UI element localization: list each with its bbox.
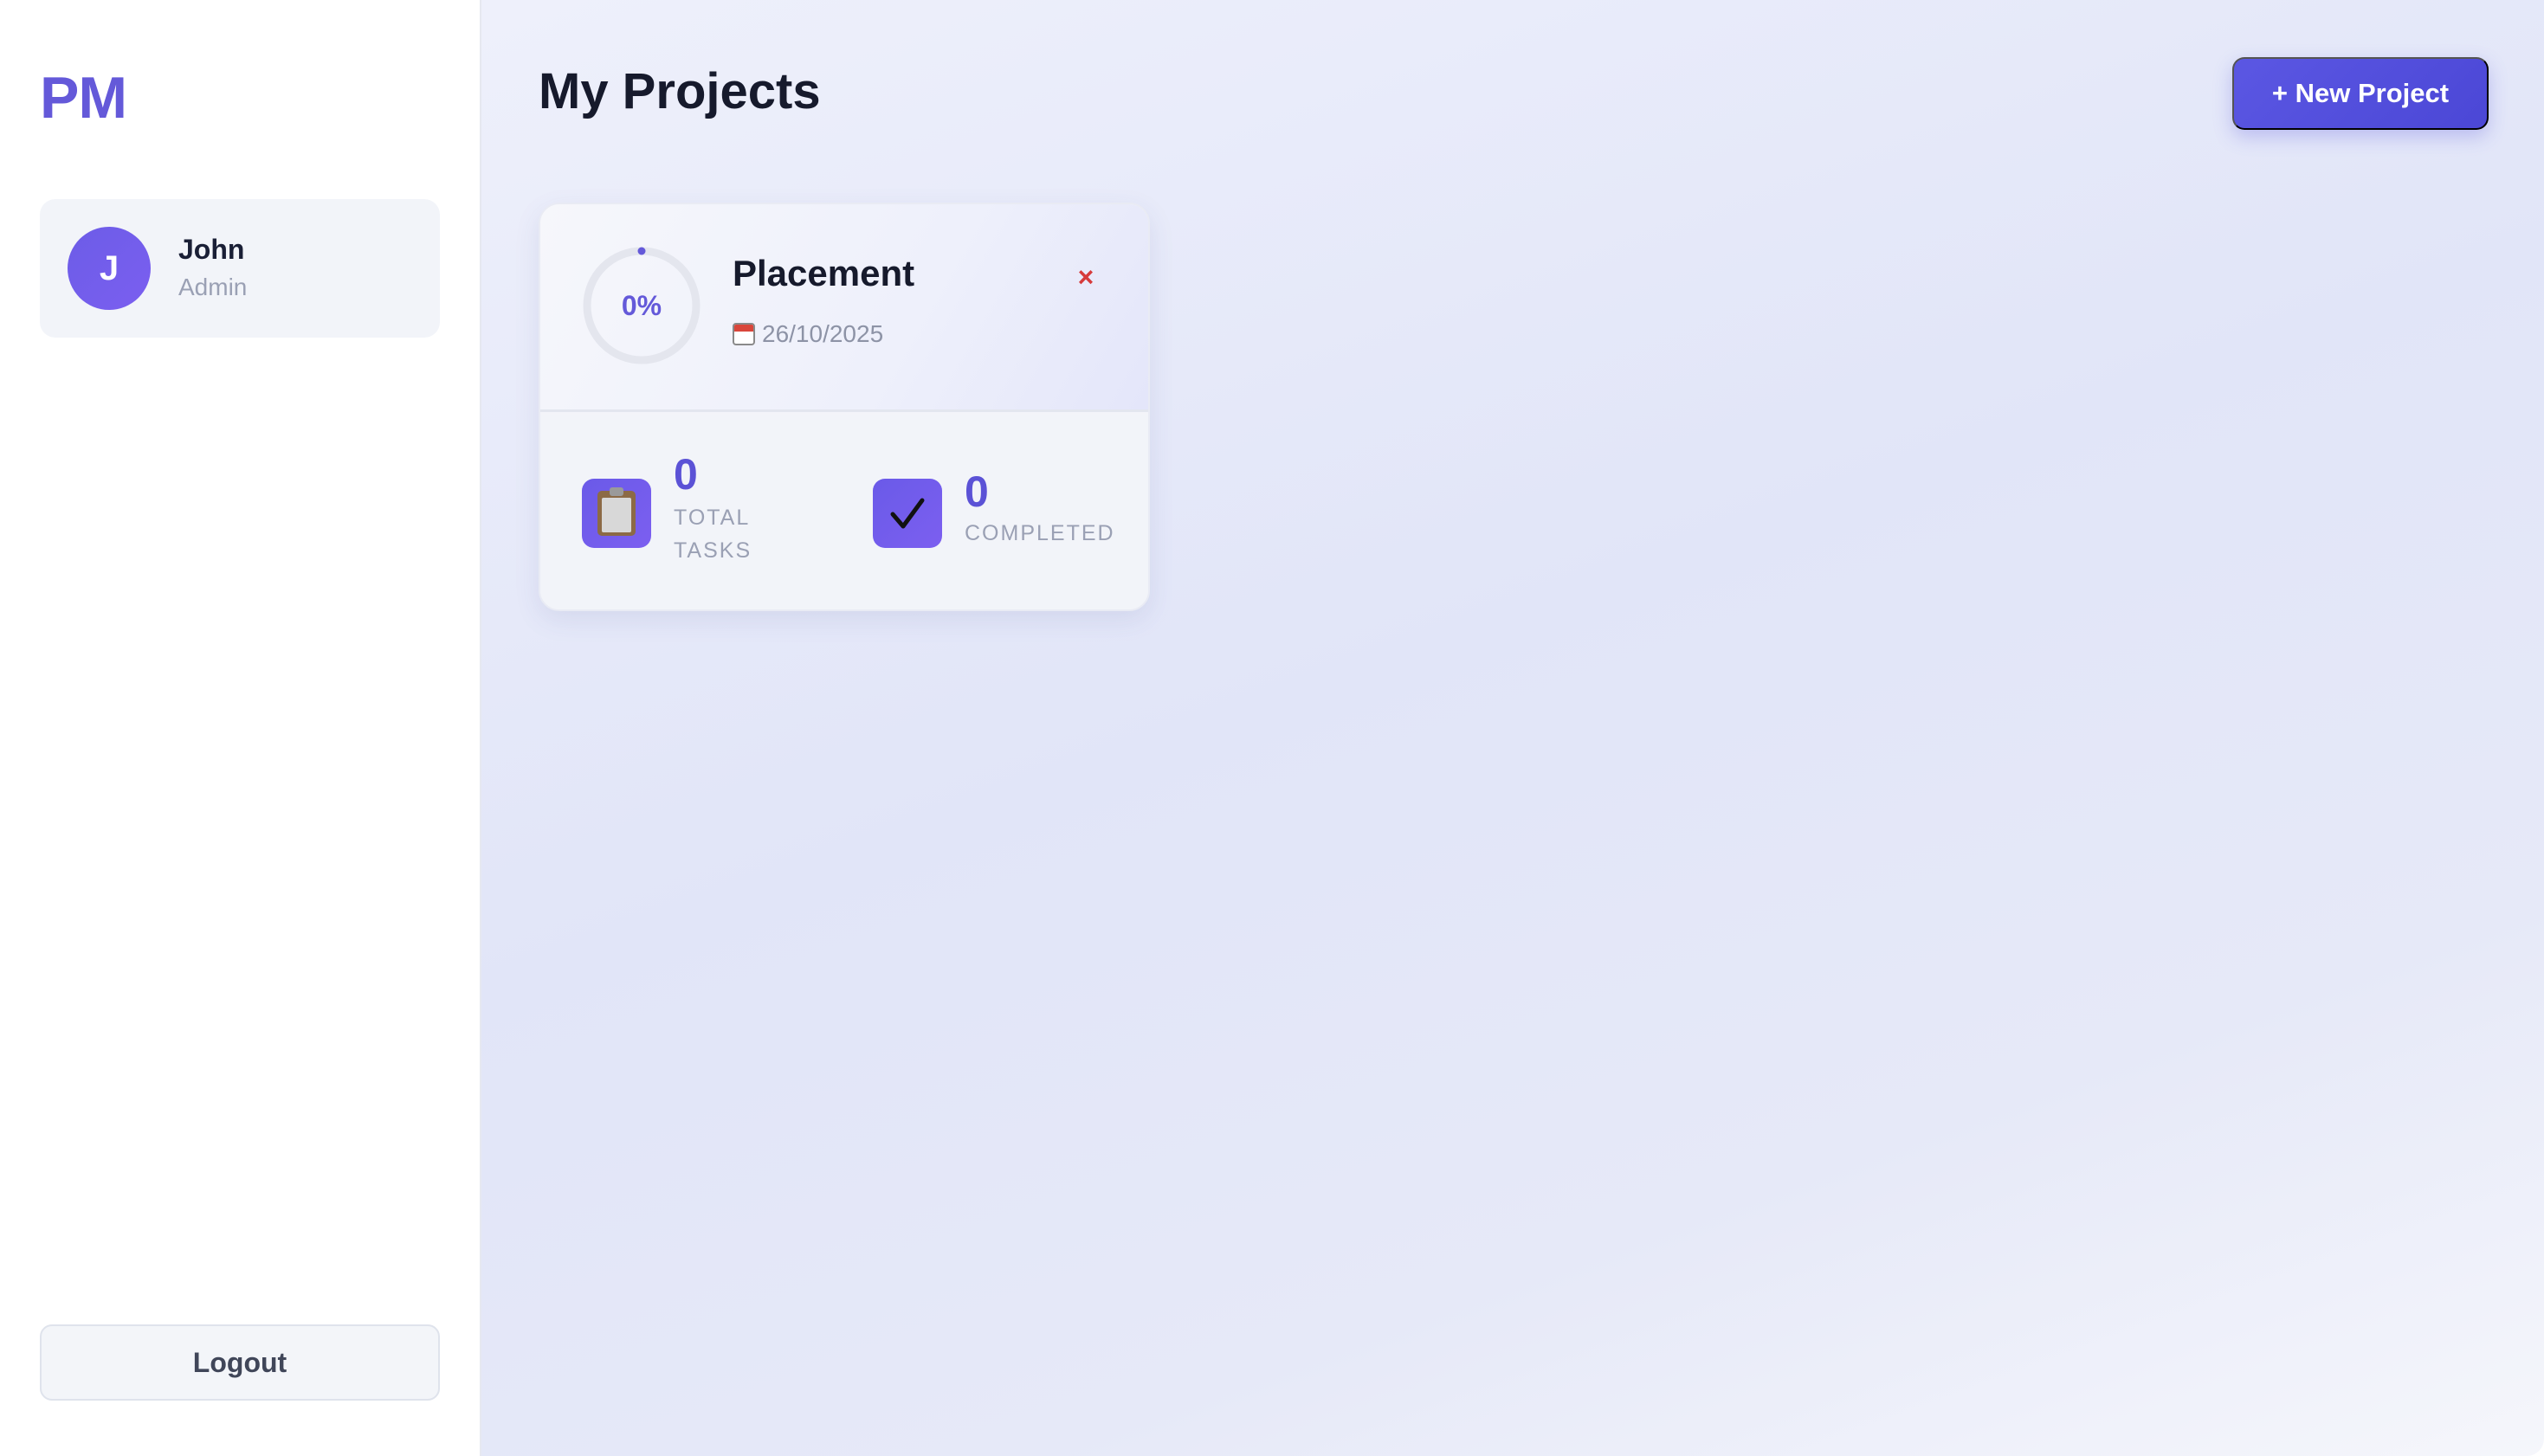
avatar: J (68, 227, 151, 310)
app-window: PM J John Admin Logout My Projects + New… (0, 0, 2544, 1456)
user-profile-card[interactable]: J John Admin (40, 199, 440, 338)
progress-percent: 0% (621, 289, 662, 321)
project-name: Placement (733, 253, 915, 293)
user-name: John (178, 234, 245, 265)
new-project-button[interactable]: + New Project (2232, 57, 2489, 130)
project-card-header: 0% Placement 26/10/2025 × (540, 204, 1148, 412)
main-content: My Projects + New Project 0% Placement 2… (481, 0, 2544, 1456)
completed-label: COMPLETED (965, 521, 1115, 545)
logout-button[interactable]: Logout (40, 1324, 440, 1401)
calendar-icon (733, 323, 755, 345)
app-logo[interactable]: PM (40, 64, 127, 132)
project-date: 26/10/2025 (733, 320, 883, 348)
sidebar: PM J John Admin Logout (0, 0, 481, 1456)
clipboard-icon (582, 479, 651, 548)
user-role: Admin (178, 274, 248, 300)
delete-project-button[interactable]: × (1070, 261, 1101, 293)
project-date-text: 26/10/2025 (762, 320, 884, 347)
completed-value: 0 (965, 467, 989, 516)
page-title: My Projects (539, 63, 821, 119)
check-icon (873, 479, 942, 548)
total-tasks-value: 0 (674, 450, 698, 499)
project-card[interactable]: 0% Placement 26/10/2025 × 0 TOTAL TASKS (539, 203, 1150, 611)
progress-ring: 0% (582, 246, 701, 365)
total-tasks-label: TOTAL TASKS (674, 506, 752, 563)
project-card-stats: 0 TOTAL TASKS 0 COMPLETED (540, 415, 1148, 609)
